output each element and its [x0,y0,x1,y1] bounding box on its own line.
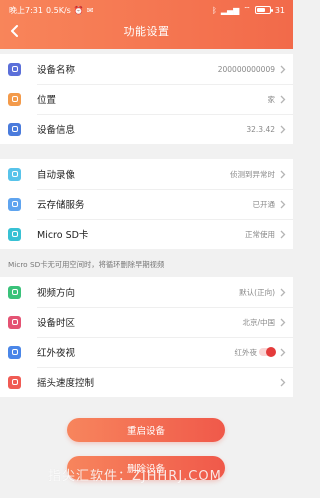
device-icon [8,62,21,76]
chevron-right-icon [278,378,287,387]
back-arrow-icon [11,25,18,37]
setting-device-info[interactable]: 设备信息 32.3.42 [0,114,293,144]
setting-label: 设备信息 [37,125,76,136]
page-title: 功能设置 [123,25,170,38]
settings-group-storage: 自动录像 侦测到异常时 云存储服务 已开通 Micro SD卡 正常使用 [0,159,293,249]
setting-location[interactable]: 位置 家 [0,84,293,114]
wifi-icon: ⌔ [243,5,251,14]
settings-group-basic: 设备名称 200000000009 位置 家 设备信息 32.3.42 [0,54,293,144]
setting-label: Micro SD卡 [37,230,89,241]
setting-value: 200000000009 [217,64,275,74]
setting-night-vision[interactable]: 红外夜视 红外夜 [0,337,293,367]
setting-value: 默认(正向) [239,287,275,297]
setting-value: 红外夜 [234,347,258,357]
location-icon [8,92,21,106]
setting-video-orientation[interactable]: 视频方向 默认(正向) [0,277,293,307]
sdcard-icon [8,227,21,241]
sd-card-note: Micro SD卡无可用空间时，将循环删除早期视频 [8,260,165,269]
chevron-right-icon [278,125,287,134]
setting-label: 设备时区 [37,318,76,329]
chevron-right-icon [278,318,287,327]
chevron-right-icon [278,230,287,239]
header-bar: 晚上7:31 0.5K/s ⏰ ✉ ᛒ ▂▄▆ ⌔ 31 功能设置 [0,0,293,49]
record-icon [8,167,21,181]
setting-auto-record[interactable]: 自动录像 侦测到异常时 [0,159,293,189]
chevron-right-icon [278,170,287,179]
restart-device-button[interactable]: 重启设备 [67,418,225,442]
status-bar: 晚上7:31 0.5K/s ⏰ ✉ ᛒ ▂▄▆ ⌔ 31 [9,3,285,17]
ptz-speed-icon [8,375,21,389]
back-button[interactable] [7,22,23,40]
watermark: 指尖汇软件：ZJHHRJ.COM [48,469,222,484]
setting-value: 32.3.42 [246,124,275,134]
chevron-right-icon [278,200,287,209]
chevron-right-icon [278,288,287,297]
setting-device-name[interactable]: 设备名称 200000000009 [0,54,293,84]
chevron-right-icon [278,65,287,74]
battery-icon [254,6,273,14]
setting-label: 云存储服务 [37,200,85,211]
signal-icon: ▂▄▆ [220,5,240,15]
info-icon [8,122,21,136]
cloud-icon [8,197,21,211]
setting-label: 位置 [37,95,57,106]
setting-value: 侦测到异常时 [230,169,275,179]
setting-value: 北京/中国 [242,317,275,327]
setting-sd-card[interactable]: Micro SD卡 正常使用 [0,219,293,249]
setting-label: 自动录像 [37,170,76,181]
battery-level: 31 [274,5,285,15]
nightvision-icon [8,345,21,359]
timezone-icon [8,315,21,329]
setting-label: 设备名称 [37,65,76,76]
setting-label: 摇头速度控制 [37,378,95,389]
chevron-right-icon [278,348,287,357]
setting-value: 已开通 [252,199,276,209]
alarm-icon: ⏰ [73,5,84,15]
setting-cloud-storage[interactable]: 云存储服务 已开通 [0,189,293,219]
settings-group-video: 视频方向 默认(正向) 设备时区 北京/中国 红外夜视 红外夜 摇头速度控制 [0,277,293,397]
setting-value: 家 [267,94,276,104]
notification-icon: ✉ [86,5,94,15]
nav-bar: 功能设置 [0,18,293,44]
status-speed: 0.5K/s [45,5,71,15]
night-vision-toggle[interactable] [259,347,276,357]
status-time: 晚上7:31 [9,5,43,15]
setting-value: 正常使用 [245,229,275,239]
bluetooth-icon: ᛒ [212,5,217,15]
setting-timezone[interactable]: 设备时区 北京/中国 [0,307,293,337]
setting-label: 红外夜视 [37,348,76,359]
setting-label: 视频方向 [37,288,76,299]
setting-ptz-speed[interactable]: 摇头速度控制 [0,367,293,397]
chevron-right-icon [278,95,287,104]
rotate-icon [8,285,21,299]
